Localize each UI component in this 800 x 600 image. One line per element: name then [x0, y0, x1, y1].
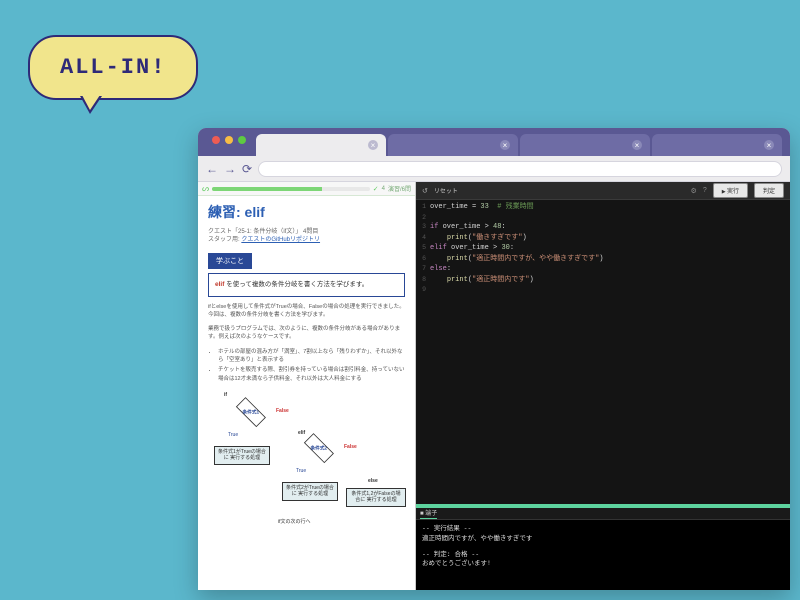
speech-bubble: ALL-IN!: [28, 35, 198, 100]
lesson-pane: ᔕ ✓ 4 演習/6問 練習: elif クエスト「25-1: 条件分岐（if文…: [198, 182, 416, 590]
minimize-icon[interactable]: [225, 136, 233, 144]
flowchart: if 条件式1 False True 条件式1がTrueの場合に 実行する処理 …: [208, 390, 405, 526]
reload-icon[interactable]: ⟳: [242, 162, 252, 176]
browser-window: × × × × ← → ⟳ ᔕ ✓ 4 演習/6問 練習: elif クエスト「…: [198, 128, 790, 590]
back-icon[interactable]: ←: [206, 162, 218, 176]
progress-bar: ᔕ ✓ 4 演習/6問: [198, 182, 415, 196]
tab-bar: × × × ×: [198, 128, 790, 156]
bullet-list: ホテルの部屋の混み方が「満室」、7割以上なら「残りわずか」、それ以外なら「空室あ…: [208, 348, 405, 384]
maximize-icon[interactable]: [238, 136, 246, 144]
lesson-content: 練習: elif クエスト「25-1: 条件分岐（if文）」 4問目 スタッフ用…: [198, 196, 415, 532]
terminal-output: -- 実行結果 -- 適正時間内ですが、やや働きすぎです -- 判定: 合格 -…: [416, 520, 790, 590]
lesson-title: 練習: elif: [208, 202, 405, 222]
content-area: ᔕ ✓ 4 演習/6問 練習: elif クエスト「25-1: 条件分岐（if文…: [198, 182, 790, 590]
close-tab-icon[interactable]: ×: [368, 140, 378, 150]
judge-button[interactable]: 判定: [754, 183, 784, 198]
code-pane: ↺ リセット ⚙ ? 実行 判定 1over_time = 33 # 残業時間2…: [416, 182, 790, 590]
progress-label: 演習/6問: [388, 184, 411, 193]
lesson-meta: クエスト「25-1: 条件分岐（if文）」 4問目 スタッフ用: クエストのGi…: [208, 228, 405, 245]
tab-4[interactable]: ×: [652, 134, 782, 156]
paragraph: 業務で扱うプログラムでは、次のように、複数の条件分岐がある場合があります。例えば…: [208, 325, 405, 342]
nav-bar: ← → ⟳: [198, 156, 790, 182]
tab-1[interactable]: ×: [256, 134, 386, 156]
reset-icon[interactable]: ↺: [422, 187, 428, 195]
close-tab-icon[interactable]: ×: [764, 140, 774, 150]
paragraph: ifとelseを使用して条件式がTrueの場合、Falseの場合の処理を実行でき…: [208, 303, 405, 320]
logo-icon: ᔕ: [202, 184, 209, 193]
run-button[interactable]: 実行: [713, 183, 748, 198]
tab-2[interactable]: ×: [388, 134, 518, 156]
close-tab-icon[interactable]: ×: [500, 140, 510, 150]
learn-box: elif を使って複数の条件分岐を書く方法を学びます。: [208, 273, 405, 297]
progress-count: 4: [382, 186, 385, 192]
window-controls: [206, 128, 256, 144]
github-link[interactable]: クエストのGitHubリポジトリ: [241, 237, 320, 243]
check-icon: ✓: [373, 185, 379, 193]
close-tab-icon[interactable]: ×: [632, 140, 642, 150]
terminal-tab[interactable]: ■ 端子: [420, 508, 437, 519]
editor-toolbar: ↺ リセット ⚙ ? 実行 判定: [416, 182, 790, 200]
list-item: チケットを販売する際、割引券を持っている場合は割引料金、持っていない場合は12才…: [218, 366, 405, 384]
reset-button[interactable]: リセット: [434, 186, 458, 195]
close-icon[interactable]: [212, 136, 220, 144]
forward-icon[interactable]: →: [224, 162, 236, 176]
tabs: × × × ×: [256, 134, 790, 156]
tab-3[interactable]: ×: [520, 134, 650, 156]
section-header: 学ぶこと: [208, 253, 252, 269]
help-icon[interactable]: ?: [703, 187, 707, 194]
settings-icon[interactable]: ⚙: [691, 187, 697, 195]
list-item: ホテルの部屋の混み方が「満室」、7割以上なら「残りわずか」、それ以外なら「空室あ…: [218, 348, 405, 366]
address-bar[interactable]: [258, 161, 782, 177]
code-editor[interactable]: 1over_time = 33 # 残業時間23if over_time > 4…: [416, 200, 790, 504]
terminal-tabs: ■ 端子: [416, 508, 790, 520]
